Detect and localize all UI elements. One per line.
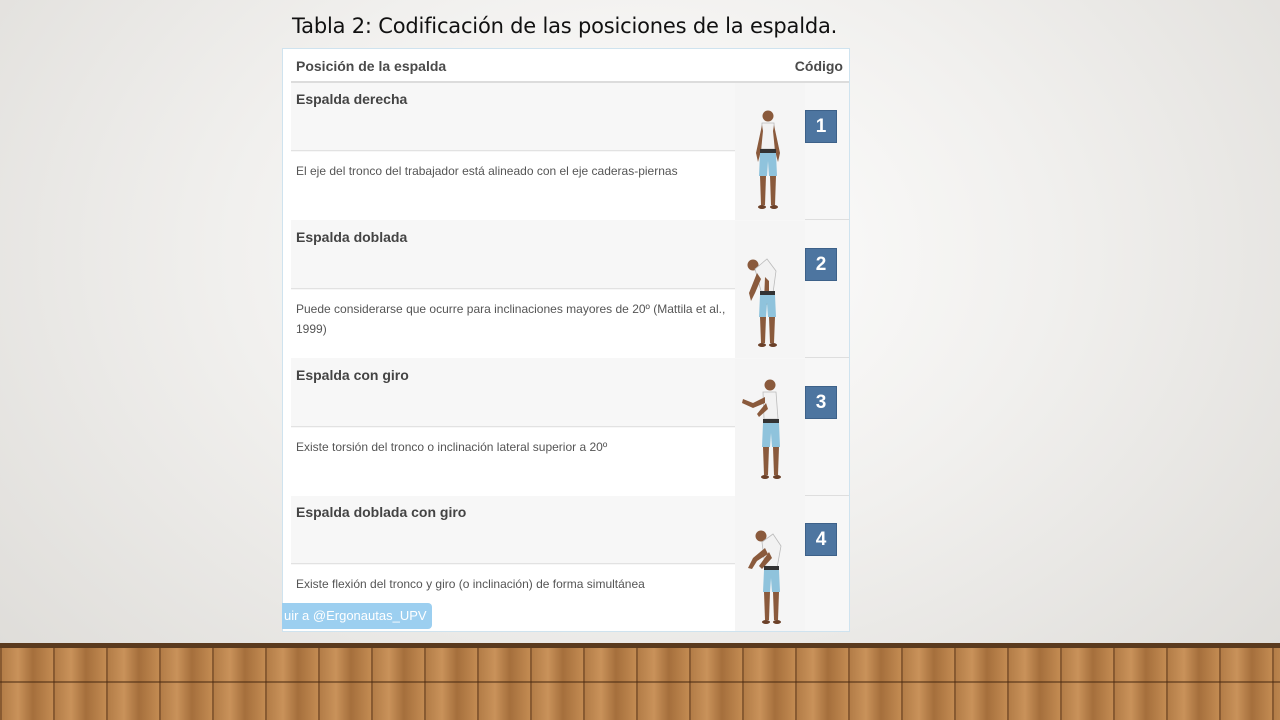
row-title: Espalda doblada — [296, 229, 408, 245]
row-description: Existe flexión del tronco y giro (o incl… — [296, 577, 645, 591]
table-row-2: Espalda doblada Puede considerarse que o… — [291, 221, 849, 358]
row-title: Espalda doblada con giro — [296, 504, 467, 520]
row-description: El eje del tronco del trabajador está al… — [296, 164, 678, 178]
row-description: Existe torsión del tronco o inclinación … — [296, 440, 608, 454]
code-badge: 2 — [805, 248, 837, 281]
wooden-floor — [0, 643, 1280, 720]
header-code: Código — [794, 58, 843, 74]
bent-forward-figure-icon — [735, 221, 805, 358]
twitter-follow-button[interactable]: uir a @Ergonautas_UPV — [282, 603, 432, 629]
table-header: Posición de la espalda Código — [291, 49, 849, 83]
standing-upright-figure-icon — [735, 83, 805, 220]
header-position: Posición de la espalda — [296, 58, 447, 74]
table-row-1: Espalda derecha El eje del tronco del tr… — [291, 83, 849, 220]
bent-twisted-figure-icon — [735, 496, 805, 631]
code-badge: 4 — [805, 523, 837, 556]
code-badge: 3 — [805, 386, 837, 419]
table-row-3: Espalda con giro Existe torsión del tron… — [291, 359, 849, 496]
row-title: Espalda derecha — [296, 91, 408, 107]
row-description: Puede considerarse que ocurre para incli… — [296, 302, 726, 336]
code-badge: 1 — [805, 110, 837, 143]
twisted-trunk-figure-icon — [735, 359, 805, 496]
back-position-table: Posición de la espalda Código Espalda de… — [282, 48, 850, 632]
row-title: Espalda con giro — [296, 367, 409, 383]
slide-title: Tabla 2: Codificación de las posiciones … — [292, 14, 838, 38]
